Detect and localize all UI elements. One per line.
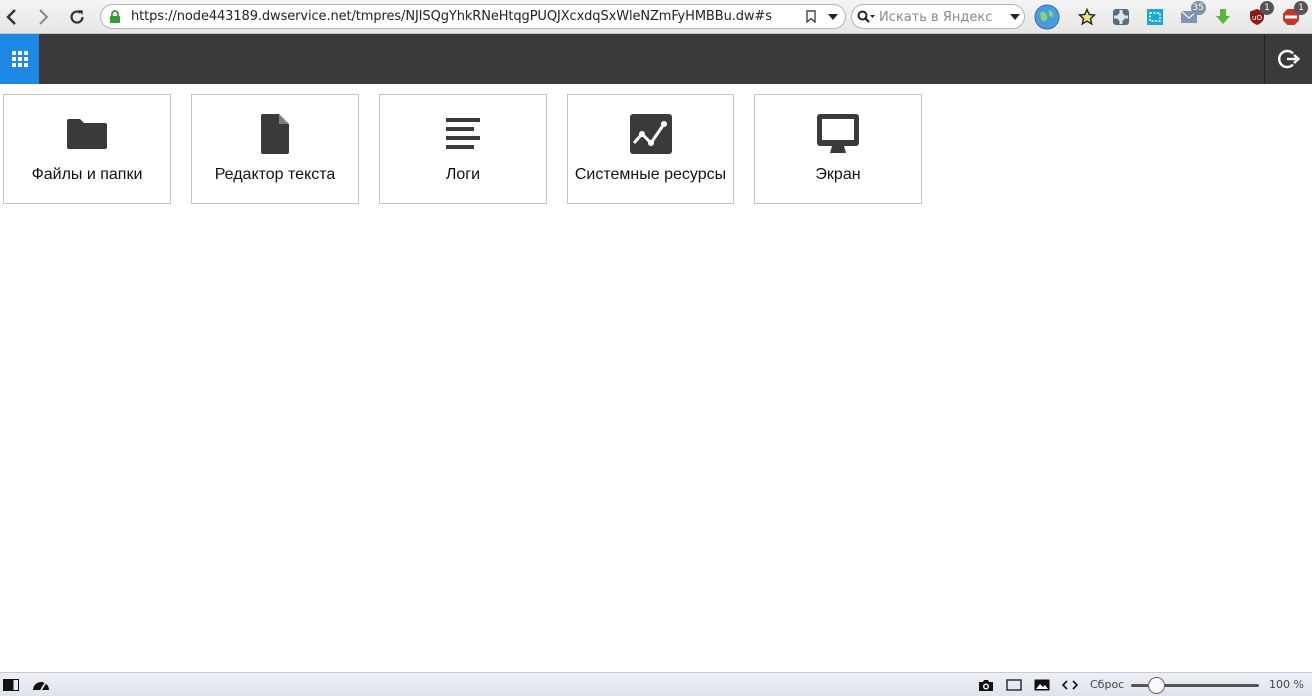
sidebar-toggle-button[interactable] xyxy=(2,677,20,693)
forward-button[interactable] xyxy=(31,5,55,29)
grid-menu-icon xyxy=(11,51,28,67)
images-toggle-button[interactable] xyxy=(1033,677,1051,693)
monitor-icon xyxy=(817,114,859,153)
bookmark-star-button[interactable] xyxy=(1076,6,1098,28)
turbo-mode-button[interactable] xyxy=(32,677,50,693)
camera-button[interactable] xyxy=(977,677,995,693)
puzzle-icon xyxy=(1113,9,1129,25)
reload-button[interactable] xyxy=(65,5,89,29)
back-button[interactable] xyxy=(0,5,24,29)
globe-extension-button[interactable] xyxy=(1034,4,1060,30)
app-menu-button[interactable] xyxy=(0,34,39,84)
tile-logs[interactable]: Логи xyxy=(379,94,547,204)
browser-status-bar: Сброс 100 % xyxy=(0,672,1312,696)
sidebar-icon xyxy=(3,679,19,691)
window-icon xyxy=(1006,679,1022,691)
url-text: https://node443189.dwservice.net/tmpres/… xyxy=(131,9,772,24)
search-placeholder: Искать в Яндекс xyxy=(879,10,993,25)
star-icon xyxy=(1078,8,1096,26)
tile-screen[interactable]: Экран xyxy=(754,94,922,204)
zoom-reset-button[interactable]: Сброс xyxy=(1090,678,1124,691)
tile-label: Файлы и папки xyxy=(31,166,143,183)
tile-label: Логи xyxy=(445,166,481,183)
search-field[interactable]: Искать в Яндекс xyxy=(851,4,1025,29)
screenshot-extension-button[interactable] xyxy=(1144,6,1166,28)
logout-button[interactable] xyxy=(1264,34,1312,84)
search-icon xyxy=(857,10,875,23)
image-icon xyxy=(1034,679,1050,691)
adblock-count-badge: 1 xyxy=(1294,1,1308,15)
back-arrow-icon xyxy=(6,9,16,25)
mail-extension-button[interactable]: 35 xyxy=(1178,1,1206,28)
globe-icon xyxy=(1034,4,1060,30)
ublock-count-badge: 1 xyxy=(1260,1,1274,15)
file-icon xyxy=(261,114,289,154)
tile-label: Экран xyxy=(815,166,861,183)
download-arrow-icon xyxy=(1216,9,1230,24)
svg-text:uO: uO xyxy=(1252,14,1262,22)
tile-files-and-folders[interactable]: Файлы и папки xyxy=(3,94,171,204)
speedometer-icon xyxy=(33,681,49,691)
window-button[interactable] xyxy=(1005,677,1023,693)
search-dropdown-icon[interactable] xyxy=(1010,14,1020,20)
tile-label: Системные ресурсы xyxy=(574,166,727,183)
download-extension-button[interactable] xyxy=(1212,6,1234,28)
folder-icon xyxy=(67,119,107,149)
screenshot-tool-icon xyxy=(1147,9,1163,25)
reload-icon xyxy=(70,10,84,24)
mail-count-badge: 35 xyxy=(1190,1,1206,15)
ublock-extension-button[interactable]: uO 1 xyxy=(1246,1,1274,28)
puzzle-extension-button[interactable] xyxy=(1110,6,1132,28)
dropdown-arrow-icon[interactable] xyxy=(828,14,838,20)
camera-icon xyxy=(979,679,993,691)
lock-icon xyxy=(110,10,120,23)
tile-text-editor[interactable]: Редактор текста xyxy=(191,94,359,204)
tile-system-resources[interactable]: Системные ресурсы xyxy=(567,94,734,204)
bookmark-icon[interactable] xyxy=(806,10,816,23)
chart-icon xyxy=(629,114,672,154)
forward-arrow-icon xyxy=(39,9,49,25)
text-lines-icon xyxy=(446,118,480,149)
tile-label: Редактор текста xyxy=(214,166,336,183)
browser-toolbar: https://node443189.dwservice.net/tmpres/… xyxy=(0,0,1312,34)
address-bar[interactable]: https://node443189.dwservice.net/tmpres/… xyxy=(100,4,846,29)
code-icon xyxy=(1062,680,1078,690)
adblock-extension-button[interactable]: 1 xyxy=(1280,1,1308,28)
zoom-slider-handle[interactable] xyxy=(1148,677,1165,694)
zoom-level-label: 100 % xyxy=(1269,678,1304,691)
logout-icon xyxy=(1277,49,1300,69)
app-header xyxy=(0,34,1312,84)
developer-tools-button[interactable] xyxy=(1061,677,1079,693)
